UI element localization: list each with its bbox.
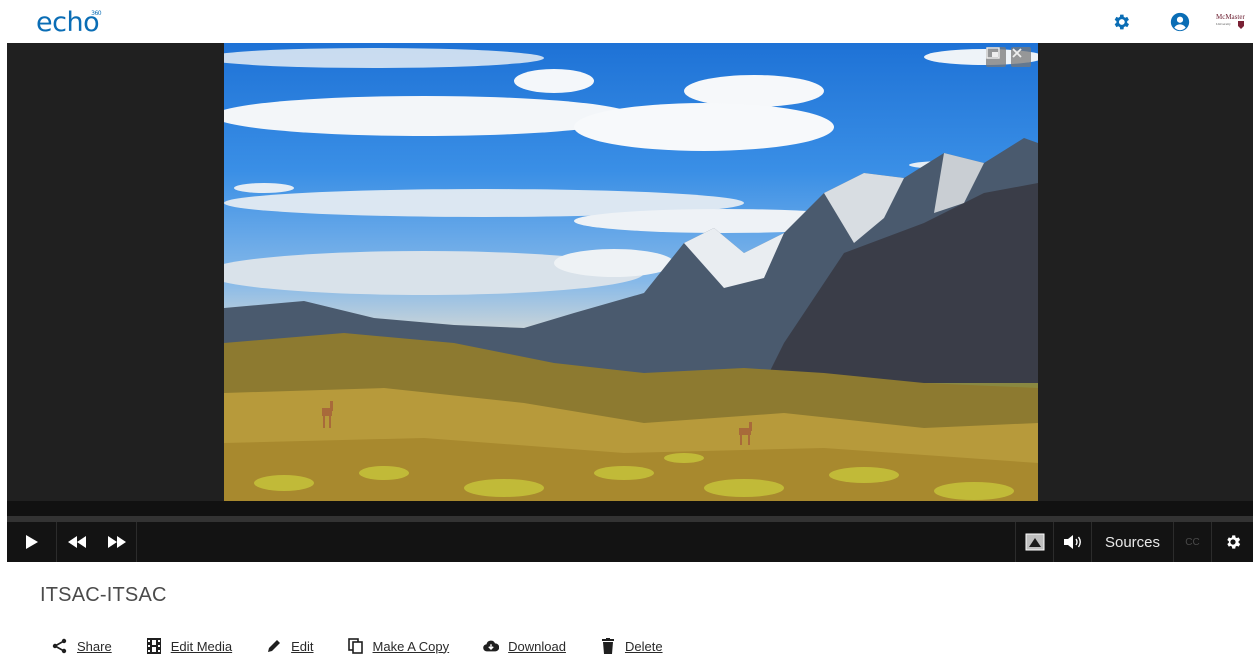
org-logo: McMaster University [1216,12,1246,32]
user-circle-icon[interactable] [1169,11,1191,33]
edit-action[interactable]: Edit [266,638,314,654]
download-label: Download [508,638,566,654]
gear-icon [1226,535,1240,549]
close-icon[interactable] [1011,47,1031,67]
edit-label: Edit [291,638,314,654]
settings-gear-icon[interactable] [1110,11,1132,33]
fast-forward-icon [107,536,126,548]
make-a-copy-label: Make A Copy [372,638,450,654]
media-title: ITSAC-ITSAC [40,584,167,606]
logo-text: echo [36,7,100,38]
volume-icon [1063,535,1081,549]
picture-in-picture-icon [1025,533,1044,551]
app-header: echo 360 McMaster University [0,0,1253,43]
svg-text:McMaster: McMaster [1216,13,1245,21]
rewind-icon [68,536,86,548]
trash-icon [600,638,616,654]
share-icon [52,638,68,654]
edit-media-label: Edit Media [170,638,233,654]
fast-forward-button[interactable] [97,522,137,562]
player-settings-button[interactable] [1211,522,1253,562]
make-a-copy-action[interactable]: Make A Copy [347,638,450,654]
share-action[interactable]: Share [52,638,112,654]
rewind-button[interactable] [57,522,97,562]
copy-icon [347,638,364,654]
player-controls: Sources CC [7,522,1253,562]
edit-media-action[interactable]: Edit Media [146,638,232,654]
closed-captions-button[interactable]: CC [1173,522,1211,562]
popout-icon[interactable] [986,47,1006,67]
play-button[interactable] [7,522,57,562]
pencil-icon [266,638,282,654]
progress-area [7,501,1253,522]
delete-action[interactable]: Delete [600,638,663,654]
film-icon [146,638,162,654]
media-actions-bar: Share Edit Media Edit Make A Copy Downlo… [52,637,697,655]
sources-button[interactable]: Sources [1091,522,1173,562]
volume-button[interactable] [1053,522,1091,562]
echo360-logo[interactable]: echo 360 [36,7,102,38]
video-frame[interactable] [224,43,1038,501]
download-action[interactable]: Download [483,638,566,654]
picture-in-picture-button[interactable] [1015,522,1053,562]
video-player: Sources CC [7,43,1253,562]
video-thumbnail [224,48,1038,501]
share-label: Share [77,638,112,654]
svg-text:University: University [1216,22,1231,26]
play-icon [25,535,38,549]
delete-label: Delete [624,638,663,654]
cloud-download-icon [483,638,500,654]
logo-superscript: 360 [91,10,102,17]
